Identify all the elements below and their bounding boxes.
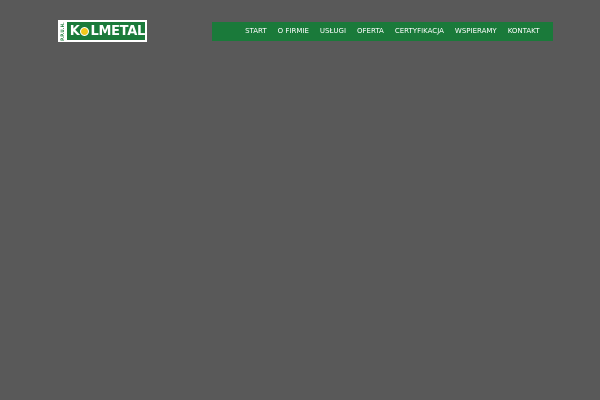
nav-item-oferta[interactable]: OFERTA [352, 22, 390, 41]
nav-item-certyfikacja[interactable]: CERTYFIKACJA [389, 22, 449, 41]
logo-tag: P.P.U.H. [58, 20, 66, 42]
sun-icon [80, 26, 90, 36]
nav-item-uslugi[interactable]: USŁUGI [314, 22, 351, 41]
nav-item-kontakt[interactable]: KONTAKT [502, 22, 545, 41]
main-nav: START O FIRMIE USŁUGI OFERTA CERTYFIKACJ… [212, 22, 553, 41]
nav-item-start[interactable]: START [240, 22, 273, 41]
nav-item-wspieramy[interactable]: WSPIERAMY [449, 22, 502, 41]
page: P.P.U.H. K LMETAL START O FIRMIE USŁUGI … [0, 0, 600, 400]
nav-item-o-firmie[interactable]: O FIRMIE [272, 22, 314, 41]
logo-name-end: LMETAL [90, 23, 145, 39]
logo-wordmark: K LMETAL [65, 20, 147, 42]
site-logo[interactable]: P.P.U.H. K LMETAL [58, 20, 147, 42]
logo-name-start: K [69, 23, 80, 39]
logo-tag-text: P.P.U.H. [59, 21, 65, 41]
